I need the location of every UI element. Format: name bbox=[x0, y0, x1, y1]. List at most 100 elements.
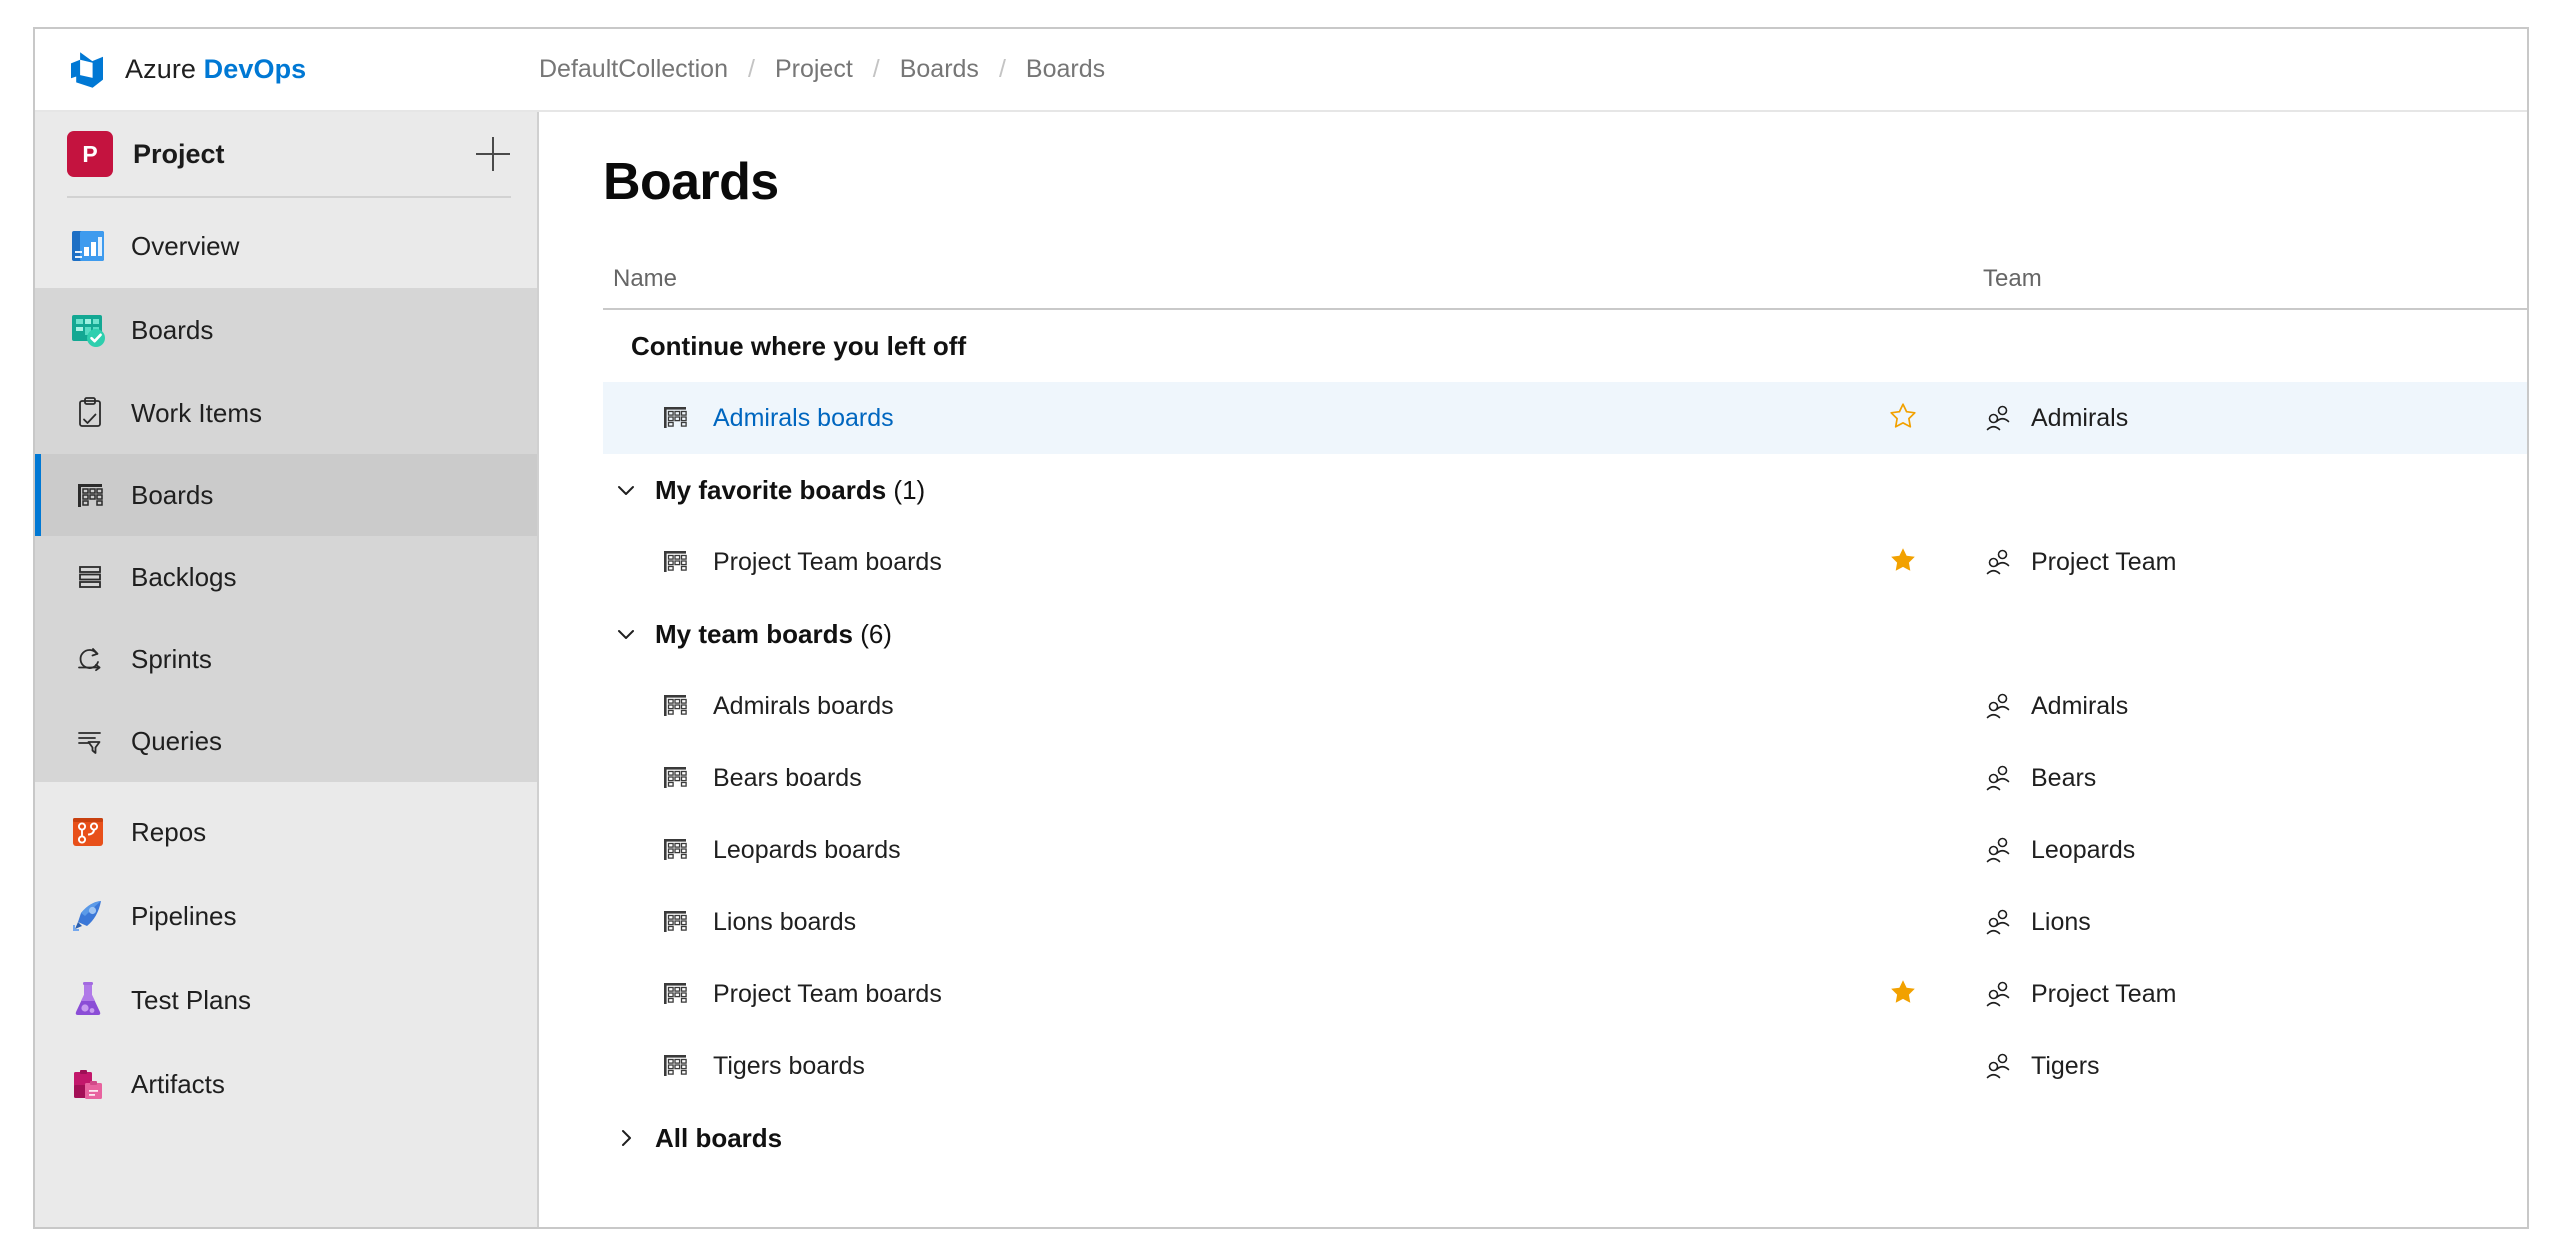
board-grid-icon bbox=[661, 1051, 691, 1081]
section-header-team-boards[interactable]: My team boards (6) bbox=[603, 598, 2527, 670]
board-name-label[interactable]: Project Team boards bbox=[713, 548, 942, 577]
board-name-link[interactable]: Admirals boards bbox=[713, 404, 894, 433]
board-name-cell[interactable]: Tigers boards bbox=[603, 1051, 1833, 1081]
board-name-cell[interactable]: Project Team boards bbox=[603, 547, 1833, 577]
section-title: All boards bbox=[655, 1122, 783, 1153]
sidebar-item-test-plans[interactable]: Test Plans bbox=[35, 958, 537, 1042]
section-title-text: My favorite boards bbox=[655, 474, 887, 505]
board-name-cell[interactable]: Admirals boards bbox=[603, 403, 1833, 433]
breadcrumb-separator: / bbox=[872, 55, 880, 83]
section-title: My team boards (6) bbox=[655, 619, 892, 650]
page-title: Boards bbox=[603, 153, 779, 211]
team-name: Leopards bbox=[2031, 835, 2136, 864]
sidebar-item-label: Overview bbox=[131, 230, 240, 261]
table-row[interactable]: Project Team boards Project Team bbox=[603, 526, 2527, 598]
section-header-all-boards[interactable]: All boards bbox=[603, 1102, 2527, 1174]
section-header-continue: Continue where you left off bbox=[603, 310, 2527, 382]
favorite-star-button[interactable] bbox=[1833, 545, 1973, 580]
team-cell: Tigers bbox=[1973, 1051, 2527, 1081]
table-row[interactable]: Tigers boards Tigers bbox=[603, 1030, 2527, 1102]
team-people-icon bbox=[1983, 835, 2013, 865]
board-grid-icon bbox=[661, 691, 691, 721]
brand-azure: Azure bbox=[125, 54, 204, 84]
azure-devops-window: Azure DevOps DefaultCollection / Project… bbox=[33, 27, 2529, 1229]
plus-icon[interactable] bbox=[473, 134, 513, 174]
chevron-right-icon bbox=[613, 1125, 639, 1151]
sidebar-item-label: Pipelines bbox=[131, 900, 237, 931]
team-cell: Admirals bbox=[1973, 403, 2527, 433]
board-name-label[interactable]: Bears boards bbox=[713, 764, 862, 793]
test-plans-icon bbox=[67, 979, 109, 1021]
team-boards-rows: Admirals boards Admirals Bears boards Be… bbox=[603, 670, 2527, 1102]
brand-home-link[interactable]: Azure DevOps bbox=[35, 50, 539, 90]
section-count: (6) bbox=[860, 618, 892, 649]
queries-icon bbox=[71, 720, 109, 762]
section-title-text: My team boards bbox=[655, 618, 853, 649]
backlogs-icon bbox=[71, 556, 109, 598]
breadcrumb-separator: / bbox=[748, 55, 755, 83]
sidebar-item-label: Queries bbox=[131, 725, 223, 756]
team-people-icon bbox=[1983, 691, 2013, 721]
sidebar: P Project Overview Boards Work Items Boa… bbox=[35, 112, 539, 1227]
sidebar-item-label: Sprints bbox=[131, 643, 212, 674]
sidebar-item-work-items[interactable]: Work Items bbox=[35, 372, 537, 454]
board-name-cell[interactable]: Project Team boards bbox=[603, 979, 1833, 1009]
team-cell: Leopards bbox=[1973, 835, 2527, 865]
brand-devops: DevOps bbox=[203, 54, 307, 84]
body: P Project Overview Boards Work Items Boa… bbox=[35, 112, 2527, 1227]
breadcrumb-project[interactable]: Project bbox=[775, 55, 853, 84]
board-name-label[interactable]: Lions boards bbox=[713, 908, 856, 937]
board-name-cell[interactable]: Admirals boards bbox=[603, 691, 1833, 721]
project-header[interactable]: P Project bbox=[35, 112, 537, 196]
team-name: Bears bbox=[2031, 763, 2097, 792]
board-grid-icon bbox=[661, 979, 691, 1009]
team-name: Project Team bbox=[2031, 547, 2177, 576]
chevron-down-icon bbox=[613, 477, 639, 503]
work-items-icon bbox=[71, 392, 109, 434]
pipelines-icon bbox=[67, 895, 109, 937]
sidebar-item-pipelines[interactable]: Pipelines bbox=[35, 874, 537, 958]
table-row[interactable]: Bears boards Bears bbox=[603, 742, 2527, 814]
section-count: (1) bbox=[893, 474, 926, 505]
breadcrumb-hub[interactable]: Boards bbox=[900, 55, 979, 84]
table-row[interactable]: Lions boards Lions bbox=[603, 886, 2527, 958]
favorite-star-button[interactable] bbox=[1833, 401, 1973, 436]
star-filled-icon bbox=[1888, 977, 1918, 1012]
project-avatar: P bbox=[67, 131, 113, 177]
board-grid-icon bbox=[661, 907, 691, 937]
project-name: Project bbox=[133, 138, 225, 169]
artifacts-icon bbox=[67, 1063, 109, 1105]
column-header-team: Team bbox=[1983, 265, 2042, 292]
sidebar-item-repos[interactable]: Repos bbox=[35, 790, 537, 874]
sidebar-item-label: Artifacts bbox=[131, 1068, 225, 1099]
board-name-cell[interactable]: Lions boards bbox=[603, 907, 1833, 937]
team-people-icon bbox=[1983, 403, 2013, 433]
breadcrumb-collection[interactable]: DefaultCollection bbox=[539, 55, 728, 84]
section-title: Continue where you left off bbox=[631, 330, 967, 361]
board-name-label[interactable]: Tigers boards bbox=[713, 1052, 865, 1081]
team-people-icon bbox=[1983, 1051, 2013, 1081]
section-header-favorites[interactable]: My favorite boards (1) bbox=[603, 454, 2527, 526]
sidebar-item-sprints[interactable]: Sprints bbox=[35, 618, 537, 700]
favorite-star-button[interactable] bbox=[1833, 977, 1973, 1012]
table-row[interactable]: Project Team boards Project Team bbox=[603, 958, 2527, 1030]
table-row[interactable]: Admirals boards Admirals bbox=[603, 670, 2527, 742]
table-header-row: Name Team bbox=[603, 264, 2527, 310]
team-name: Tigers bbox=[2031, 1051, 2100, 1080]
section-title: My favorite boards (1) bbox=[655, 475, 925, 506]
sidebar-item-boards[interactable]: Boards bbox=[35, 454, 537, 536]
breadcrumb-page[interactable]: Boards bbox=[1026, 55, 1105, 84]
sidebar-item-queries[interactable]: Queries bbox=[35, 700, 537, 782]
table-row[interactable]: Leopards boards Leopards bbox=[603, 814, 2527, 886]
sidebar-item-overview[interactable]: Overview bbox=[35, 204, 537, 288]
board-name-cell[interactable]: Bears boards bbox=[603, 763, 1833, 793]
board-name-label[interactable]: Admirals boards bbox=[713, 692, 894, 721]
sidebar-item-artifacts[interactable]: Artifacts bbox=[35, 1042, 537, 1126]
sidebar-item-boards-hub[interactable]: Boards bbox=[35, 288, 537, 372]
sidebar-spacer bbox=[35, 782, 537, 790]
sidebar-item-backlogs[interactable]: Backlogs bbox=[35, 536, 537, 618]
board-name-label[interactable]: Project Team boards bbox=[713, 980, 942, 1009]
board-name-cell[interactable]: Leopards boards bbox=[603, 835, 1833, 865]
board-name-label[interactable]: Leopards boards bbox=[713, 836, 901, 865]
table-row[interactable]: Admirals boards Admirals bbox=[603, 382, 2527, 454]
